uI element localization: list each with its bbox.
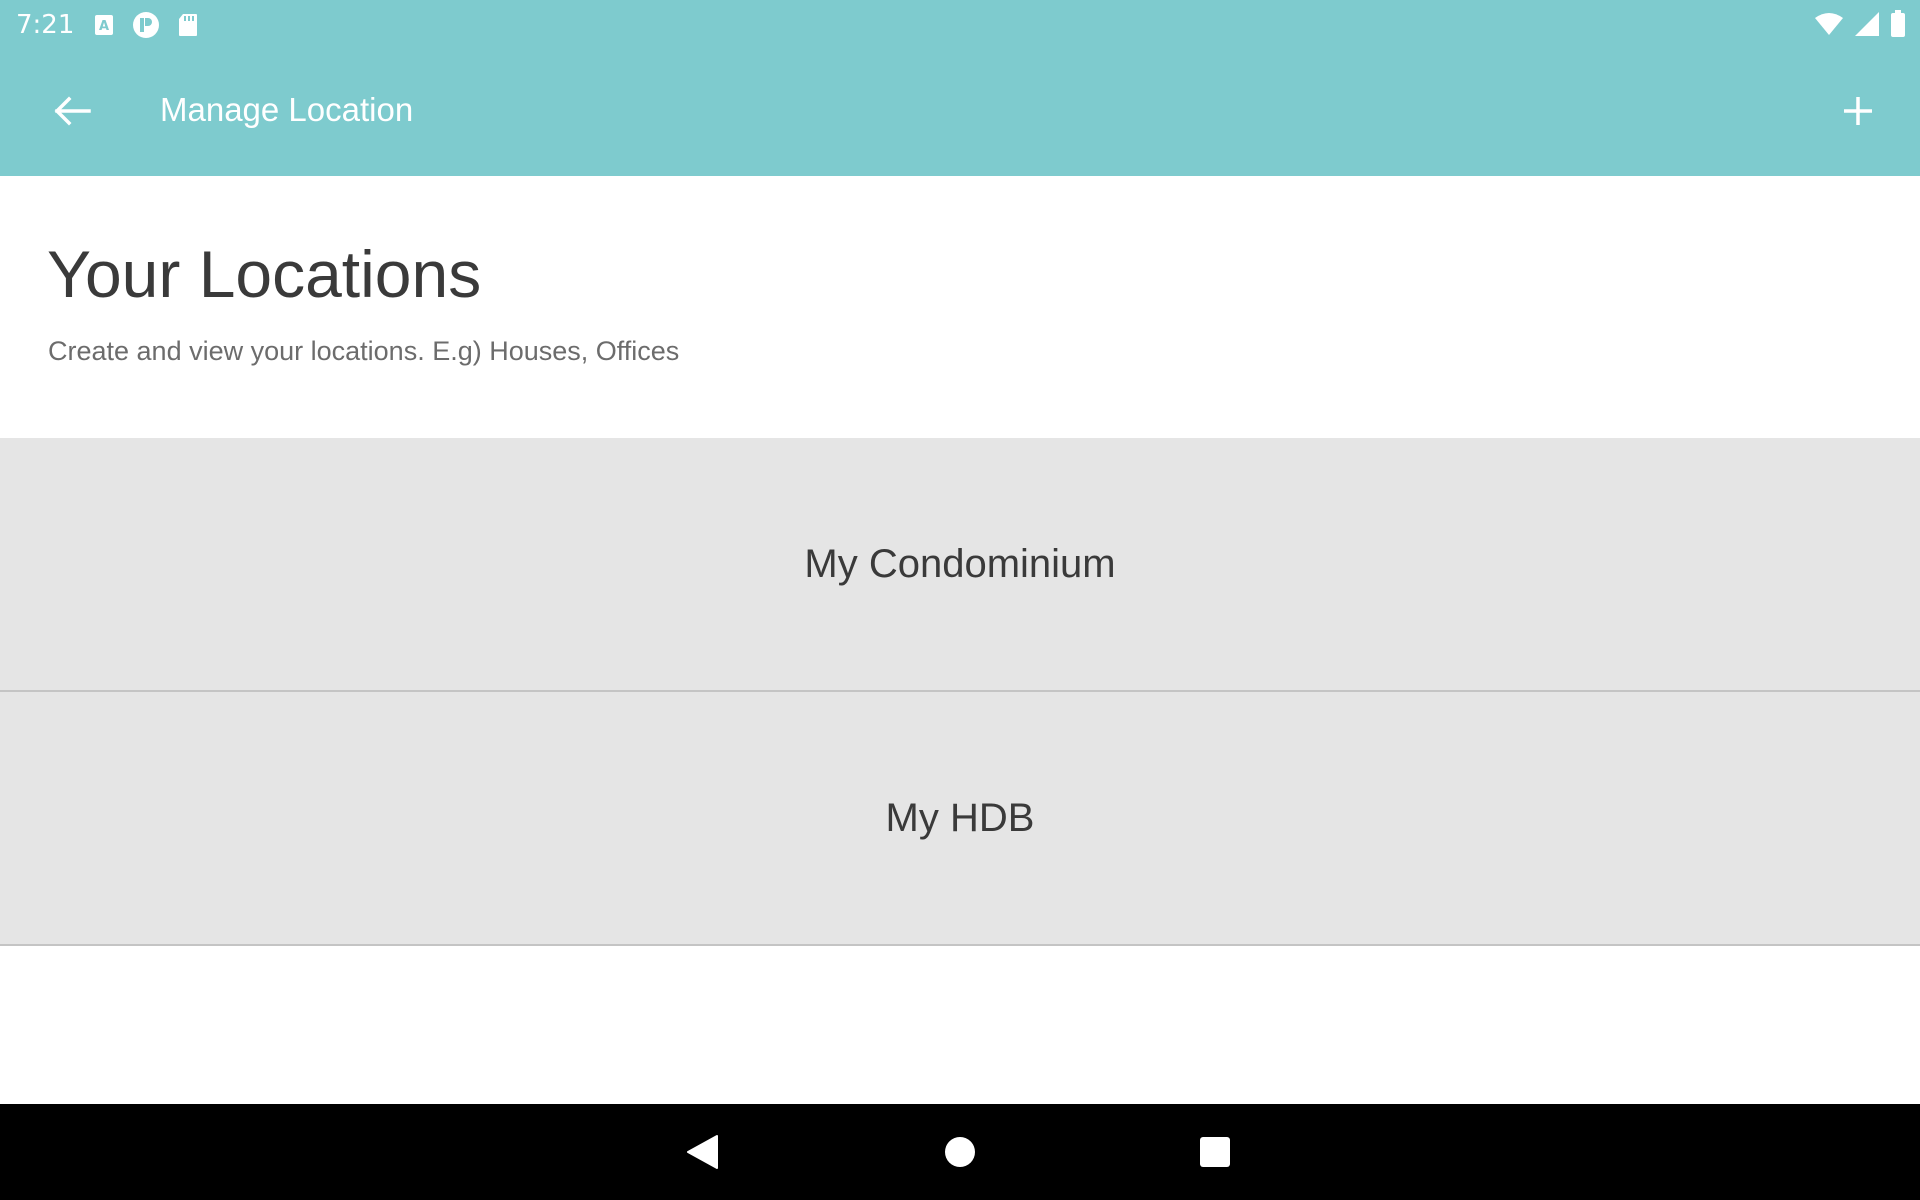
home-circle-icon	[945, 1137, 975, 1167]
app-bar: Manage Location	[0, 49, 1920, 176]
sd-card-icon	[179, 14, 197, 36]
status-time: 7:21	[16, 10, 75, 40]
system-nav-bar	[0, 1104, 1920, 1200]
location-label: My HDB	[885, 796, 1035, 840]
back-triangle-icon	[687, 1135, 718, 1169]
keyboard-a-icon: A	[95, 15, 113, 35]
app-bar-title: Manage Location	[160, 91, 414, 128]
back-button[interactable]	[36, 79, 108, 143]
location-label: My Condominium	[804, 542, 1116, 586]
arrow-left-icon	[54, 96, 91, 126]
status-icons-right	[1814, 10, 1906, 38]
location-item-my-condominium[interactable]: My Condominium	[0, 438, 1920, 692]
location-list: My Condominium My HDB	[0, 438, 1920, 946]
add-location-button[interactable]	[1824, 77, 1892, 145]
nav-home-button[interactable]	[932, 1124, 988, 1180]
screen: 7:21 A Manage Location Your Locations Cr…	[0, 0, 1920, 1200]
page-title: Your Locations	[47, 237, 482, 311]
nav-back-button[interactable]	[674, 1124, 730, 1180]
nav-recents-button[interactable]	[1187, 1124, 1243, 1180]
signal-icon	[1855, 12, 1879, 36]
page-subtitle: Create and view your locations. E.g) Hou…	[48, 336, 680, 366]
status-icons-left: A	[94, 11, 198, 39]
battery-icon	[1891, 10, 1905, 37]
recents-square-icon	[1200, 1137, 1230, 1167]
status-bar: 7:21 A	[0, 0, 1920, 49]
wifi-icon	[1815, 13, 1843, 35]
header-section: Your Locations Create and view your loca…	[0, 176, 1920, 438]
p-app-icon	[133, 12, 159, 38]
svg-text:A: A	[99, 19, 109, 34]
plus-icon	[1844, 97, 1872, 125]
location-item-my-hdb[interactable]: My HDB	[0, 692, 1920, 946]
